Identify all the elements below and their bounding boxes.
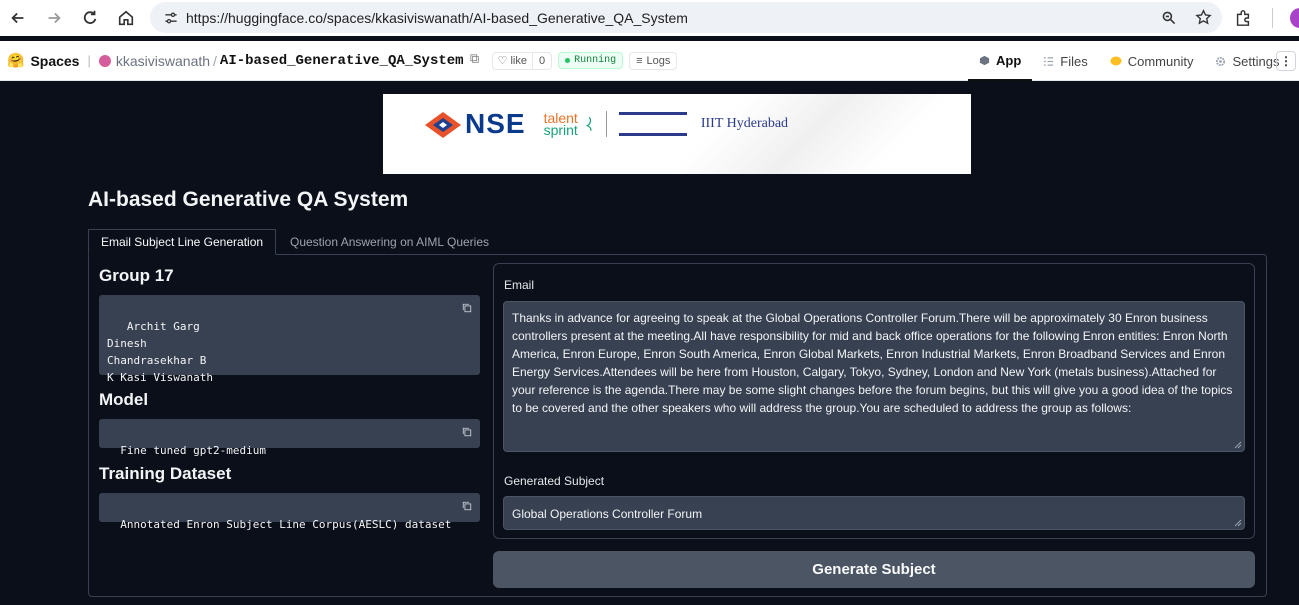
reload-icon xyxy=(83,10,97,24)
page-title: AI-based Generative QA System xyxy=(88,188,409,211)
iiit-seal-icon xyxy=(618,112,687,136)
model-box: Fine tuned gpt2-medium xyxy=(99,419,480,457)
user-avatar xyxy=(98,54,111,67)
tab-community[interactable]: Community xyxy=(1099,41,1205,81)
tab-app-label: App xyxy=(996,52,1022,68)
dataset-box: Annotated Enron Subject Line Corpus(AESL… xyxy=(99,493,480,531)
tab-app[interactable]: App xyxy=(968,41,1033,81)
address-bar[interactable]: https://huggingface.co/spaces/kkasiviswa… xyxy=(150,2,1222,33)
copy-repo-icon[interactable] xyxy=(469,54,480,67)
email-label: Email xyxy=(504,278,535,292)
heart-icon: ♡ xyxy=(497,55,508,67)
zoom-icon[interactable] xyxy=(1161,10,1177,26)
copy-icon[interactable] xyxy=(462,303,472,313)
tab-question-answering[interactable]: Question Answering on AIML Queries xyxy=(290,229,489,255)
home-icon xyxy=(118,10,134,26)
gear-icon xyxy=(1216,56,1226,66)
nse-wordmark: NSE xyxy=(465,108,526,139)
home-button[interactable] xyxy=(108,0,144,36)
like-count: 0 xyxy=(538,54,546,67)
model-text: Fine tuned gpt2-medium xyxy=(120,444,266,457)
like-label: like xyxy=(510,54,527,67)
hugging-face-icon: 🤗 xyxy=(7,52,25,68)
browser-toolbar: https://huggingface.co/spaces/kkasiviswa… xyxy=(0,0,1299,36)
group-members-box: Archit Garg Dinesh Chandrasekhar B K Kas… xyxy=(99,295,480,384)
back-button[interactable] xyxy=(0,0,36,36)
tab-email-subject[interactable]: Email Subject Line Generation xyxy=(88,229,276,255)
sprint-text: sprint xyxy=(543,122,578,138)
more-options-button[interactable]: ⋮ xyxy=(1276,51,1296,71)
generate-subject-button[interactable]: Generate Subject xyxy=(493,551,1255,588)
tab-files[interactable]: Files xyxy=(1032,41,1098,81)
repo-name[interactable]: AI-based_Generative_QA_System xyxy=(220,53,464,69)
subject-text: Global Operations Controller Forum xyxy=(512,507,703,521)
group-members-text: Archit Garg Dinesh Chandrasekhar B K Kas… xyxy=(107,320,213,384)
logs-button[interactable]: ≡ Logs xyxy=(629,51,678,70)
resize-handle-icon[interactable] xyxy=(1234,519,1242,527)
header-divider: | xyxy=(87,53,91,68)
tab-settings-label: Settings xyxy=(1232,53,1280,69)
dataset-text: Annotated Enron Subject Line Corpus(AESL… xyxy=(120,518,452,531)
banner-logos: NSE talent sprint IIIT Hyderabad xyxy=(423,108,788,140)
copy-icon[interactable] xyxy=(462,427,472,437)
nse-logo-icon xyxy=(423,110,461,138)
status-badge: Running xyxy=(558,52,624,69)
space-tabs: App Files Community Settings xyxy=(968,41,1290,81)
status-dot xyxy=(565,58,571,63)
sponsor-banner: NSE talent sprint IIIT Hyderabad xyxy=(383,94,971,174)
bookmark-star-icon[interactable] xyxy=(1195,9,1212,26)
spaces-label: Spaces xyxy=(30,52,80,69)
space-header: 🤗 Spaces | kkasiviswanath / AI-based_Gen… xyxy=(0,41,1299,81)
logs-icon: ≡ xyxy=(636,54,643,67)
username-link[interactable]: kkasiviswanath xyxy=(116,53,210,69)
community-icon xyxy=(1110,56,1122,66)
status-text: Running xyxy=(574,55,617,66)
email-textarea[interactable]: Thanks in advance for agreeing to speak … xyxy=(503,301,1245,452)
forward-button[interactable] xyxy=(36,0,72,36)
subject-output[interactable]: Global Operations Controller Forum xyxy=(503,496,1245,530)
url-text: https://huggingface.co/spaces/kkasiviswa… xyxy=(186,9,688,26)
subject-label: Generated Subject xyxy=(504,474,605,488)
app-tabs: Email Subject Line Generation Question A… xyxy=(88,229,1267,255)
files-icon xyxy=(1044,56,1054,66)
spaces-link[interactable]: 🤗 Spaces xyxy=(7,52,79,69)
resize-handle-icon[interactable] xyxy=(1234,441,1242,449)
site-info-icon[interactable] xyxy=(158,10,184,26)
cube-icon xyxy=(979,55,990,65)
tab-files-label: Files xyxy=(1060,53,1088,69)
dataset-heading: Training Dataset xyxy=(99,464,232,483)
profile-avatar[interactable] xyxy=(1290,8,1299,28)
banner-divider xyxy=(605,111,607,137)
email-text: Thanks in advance for agreeing to speak … xyxy=(512,311,1233,415)
sprint-figure-icon xyxy=(585,116,592,131)
model-heading: Model xyxy=(99,390,149,409)
like-button[interactable]: ♡ like 0 xyxy=(491,51,553,70)
arrow-left-icon xyxy=(11,12,24,24)
reload-button[interactable] xyxy=(72,0,108,36)
toolbar-divider xyxy=(1272,8,1273,28)
extensions-icon[interactable] xyxy=(1234,9,1252,27)
arrow-right-icon xyxy=(48,12,61,24)
tab-community-label: Community xyxy=(1127,53,1194,69)
group-heading: Group 17 xyxy=(99,266,174,285)
path-slash: / xyxy=(213,52,217,69)
copy-icon[interactable] xyxy=(462,501,472,511)
talentsprint-logo: talent sprint xyxy=(538,111,578,138)
logs-label: Logs xyxy=(646,54,671,67)
iiit-wordmark: IIIT Hyderabad xyxy=(700,116,789,131)
